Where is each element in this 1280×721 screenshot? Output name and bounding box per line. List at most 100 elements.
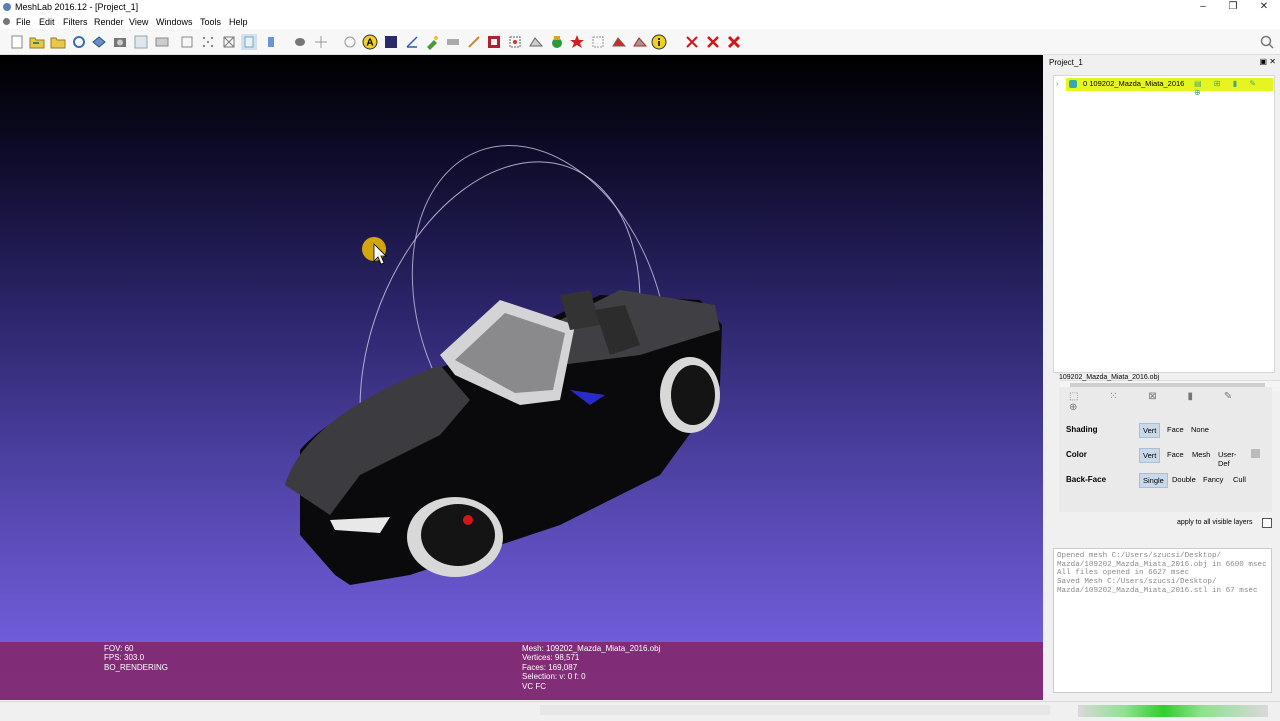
mesh-file-label: 109202_Mazda_Miata_2016.obj <box>1059 374 1160 381</box>
window-title: MeshLab 2016.12 - [Project_1] <box>15 2 139 12</box>
apply-all-visible: apply to all visible layers <box>1177 518 1272 528</box>
backface-cull-option[interactable]: Cull <box>1230 473 1249 486</box>
search-icon[interactable] <box>1259 34 1275 50</box>
menu-tools[interactable]: Tools <box>200 17 221 27</box>
wheel-front <box>407 497 503 577</box>
smooth-shading-icon[interactable] <box>292 34 308 50</box>
meshlab-logo-icon <box>3 3 11 11</box>
open-project-icon[interactable] <box>29 34 45 50</box>
menu-view[interactable]: View <box>129 17 148 27</box>
shading-none-option[interactable]: None <box>1188 423 1212 436</box>
render-properties: ⬚ ⁙ ⊠ ▮ ✎ ⊕ Shading Vert Face None Color… <box>1059 387 1272 512</box>
move-icon[interactable] <box>611 34 627 50</box>
system-menu-icon[interactable] <box>3 18 10 25</box>
menu-bar: File Edit Filters Render View Windows To… <box>0 15 1280 29</box>
color-label: Color <box>1066 450 1087 459</box>
info-overlay: FOV: 60 FPS: 303.0 BO_RENDERING Mesh: 10… <box>0 642 1043 700</box>
backface-fancy-option[interactable]: Fancy <box>1200 473 1226 486</box>
selection-readout: Selection: v: 0 f: 0 <box>522 672 586 682</box>
faces-readout: Faces: 169,087 <box>522 662 578 672</box>
color-vert-option[interactable]: Vert <box>1139 448 1161 463</box>
color-swatch[interactable] <box>1251 449 1260 458</box>
texture-icon[interactable] <box>383 34 399 50</box>
svg-text:A: A <box>366 38 373 49</box>
wireframe-icon[interactable] <box>221 34 237 50</box>
maximize-button[interactable]: ❐ <box>1223 1 1243 13</box>
close-button[interactable]: ✕ <box>1254 1 1274 13</box>
shading-face-option[interactable]: Face <box>1164 423 1187 436</box>
delete-faces-icon[interactable] <box>684 34 700 50</box>
light-icon[interactable] <box>313 34 329 50</box>
layer-name: 0 109202_Mazda_Miata_2016 <box>1083 79 1185 88</box>
manipulator-icon[interactable] <box>590 34 606 50</box>
minimize-button[interactable]: ‒ <box>1193 1 1213 13</box>
shading-label: Shading <box>1066 425 1098 434</box>
color-mesh-option[interactable]: Mesh <box>1189 448 1213 461</box>
select-faces-icon[interactable] <box>486 34 502 50</box>
reload-icon[interactable] <box>71 34 87 50</box>
title-bar: MeshLab 2016.12 - [Project_1] ‒ ❐ ✕ <box>0 0 1280 15</box>
3d-viewport[interactable]: FOV: 60 FPS: 303.0 BO_RENDERING Mesh: 10… <box>0 55 1043 700</box>
menu-windows[interactable]: Windows <box>156 17 193 27</box>
z-painting-icon[interactable] <box>549 34 565 50</box>
save-snapshot-icon[interactable] <box>91 34 107 50</box>
menu-render[interactable]: Render <box>94 17 124 27</box>
points-icon[interactable] <box>200 34 216 50</box>
layer-dialog: Project_1 ▣ ✕ › 0 109202_Mazda_Miata_201… <box>1047 55 1280 700</box>
select-vertices-icon[interactable] <box>507 34 523 50</box>
layers-icon[interactable] <box>154 34 170 50</box>
render-mode-readout: BO_RENDERING <box>104 662 169 672</box>
measure-icon[interactable] <box>404 34 420 50</box>
visibility-icon[interactable] <box>1069 80 1077 88</box>
mesh-render[interactable] <box>0 55 1043 700</box>
backface-double-option[interactable]: Double <box>1169 473 1199 486</box>
new-project-icon[interactable] <box>9 34 25 50</box>
layer-item[interactable]: › 0 109202_Mazda_Miata_2016 ▤ ⊞ ▮ ✎ ⊕ <box>1054 78 1274 97</box>
panel-float-close-buttons[interactable]: ▣ ✕ <box>1260 57 1276 66</box>
vertices-readout: Vertices: 98,571 <box>522 653 580 663</box>
menu-filters[interactable]: Filters <box>63 17 88 27</box>
memory-meter <box>1078 705 1268 717</box>
import-mesh-icon[interactable] <box>50 34 66 50</box>
rotate-icon[interactable] <box>632 34 648 50</box>
menu-file[interactable]: File <box>16 17 31 27</box>
render-mode-icons[interactable]: ⬚ ⁙ ⊠ ▮ ✎ ⊕ <box>1069 391 1272 413</box>
status-track <box>540 705 1050 715</box>
pick-icon[interactable] <box>424 34 440 50</box>
screenshot-icon[interactable] <box>112 34 128 50</box>
fov-readout: FOV: 60 <box>104 644 134 653</box>
layer-stack-icon[interactable] <box>133 34 149 50</box>
render-stats: FOV: 60 FPS: 303.0 BO_RENDERING <box>104 644 168 672</box>
select-connected-icon[interactable] <box>528 34 544 50</box>
menu-edit[interactable]: Edit <box>39 17 55 27</box>
status-bar <box>0 701 1280 721</box>
info-icon[interactable] <box>651 34 667 50</box>
log-line: Opened mesh C:/Users/szucsi/Desktop/ Maz… <box>1057 552 1267 569</box>
main-toolbar: A <box>0 29 1280 55</box>
color-user-def-option[interactable]: User-Def <box>1215 448 1239 470</box>
delete-vertices-icon[interactable] <box>705 34 721 50</box>
annotation-icon[interactable]: A <box>362 34 378 50</box>
backface-single-option[interactable]: Single <box>1139 473 1168 488</box>
backface-label: Back-Face <box>1066 475 1107 484</box>
layer-list: › 0 109202_Mazda_Miata_2016 ▤ ⊞ ▮ ✎ ⊕ <box>1053 75 1280 391</box>
trackball-icon[interactable] <box>342 34 358 50</box>
paint-icon[interactable] <box>445 34 461 50</box>
bounding-box-icon[interactable] <box>179 34 195 50</box>
apply-all-checkbox[interactable] <box>1262 518 1272 528</box>
log-line: All files opened in 6627 msec <box>1057 569 1190 578</box>
expand-arrow-icon[interactable]: › <box>1056 79 1059 88</box>
menu-help[interactable]: Help <box>229 17 248 27</box>
color-face-option[interactable]: Face <box>1164 448 1187 461</box>
align-icon[interactable] <box>569 34 585 50</box>
color-icon[interactable] <box>466 34 482 50</box>
apply-all-label: apply to all visible layers <box>1177 519 1253 526</box>
fps-readout: FPS: 303.0 <box>104 653 145 663</box>
layer-action-icons[interactable]: ▤ ⊞ ▮ ✎ ⊕ <box>1194 79 1274 97</box>
wheel-rear <box>660 357 720 433</box>
flat-shading-icon[interactable] <box>263 34 279 50</box>
delete-all-icon[interactable] <box>726 34 742 50</box>
shading-vert-option[interactable]: Vert <box>1139 423 1161 438</box>
color-mode-readout: VC FC <box>522 681 546 691</box>
hidden-lines-icon[interactable] <box>241 34 257 50</box>
